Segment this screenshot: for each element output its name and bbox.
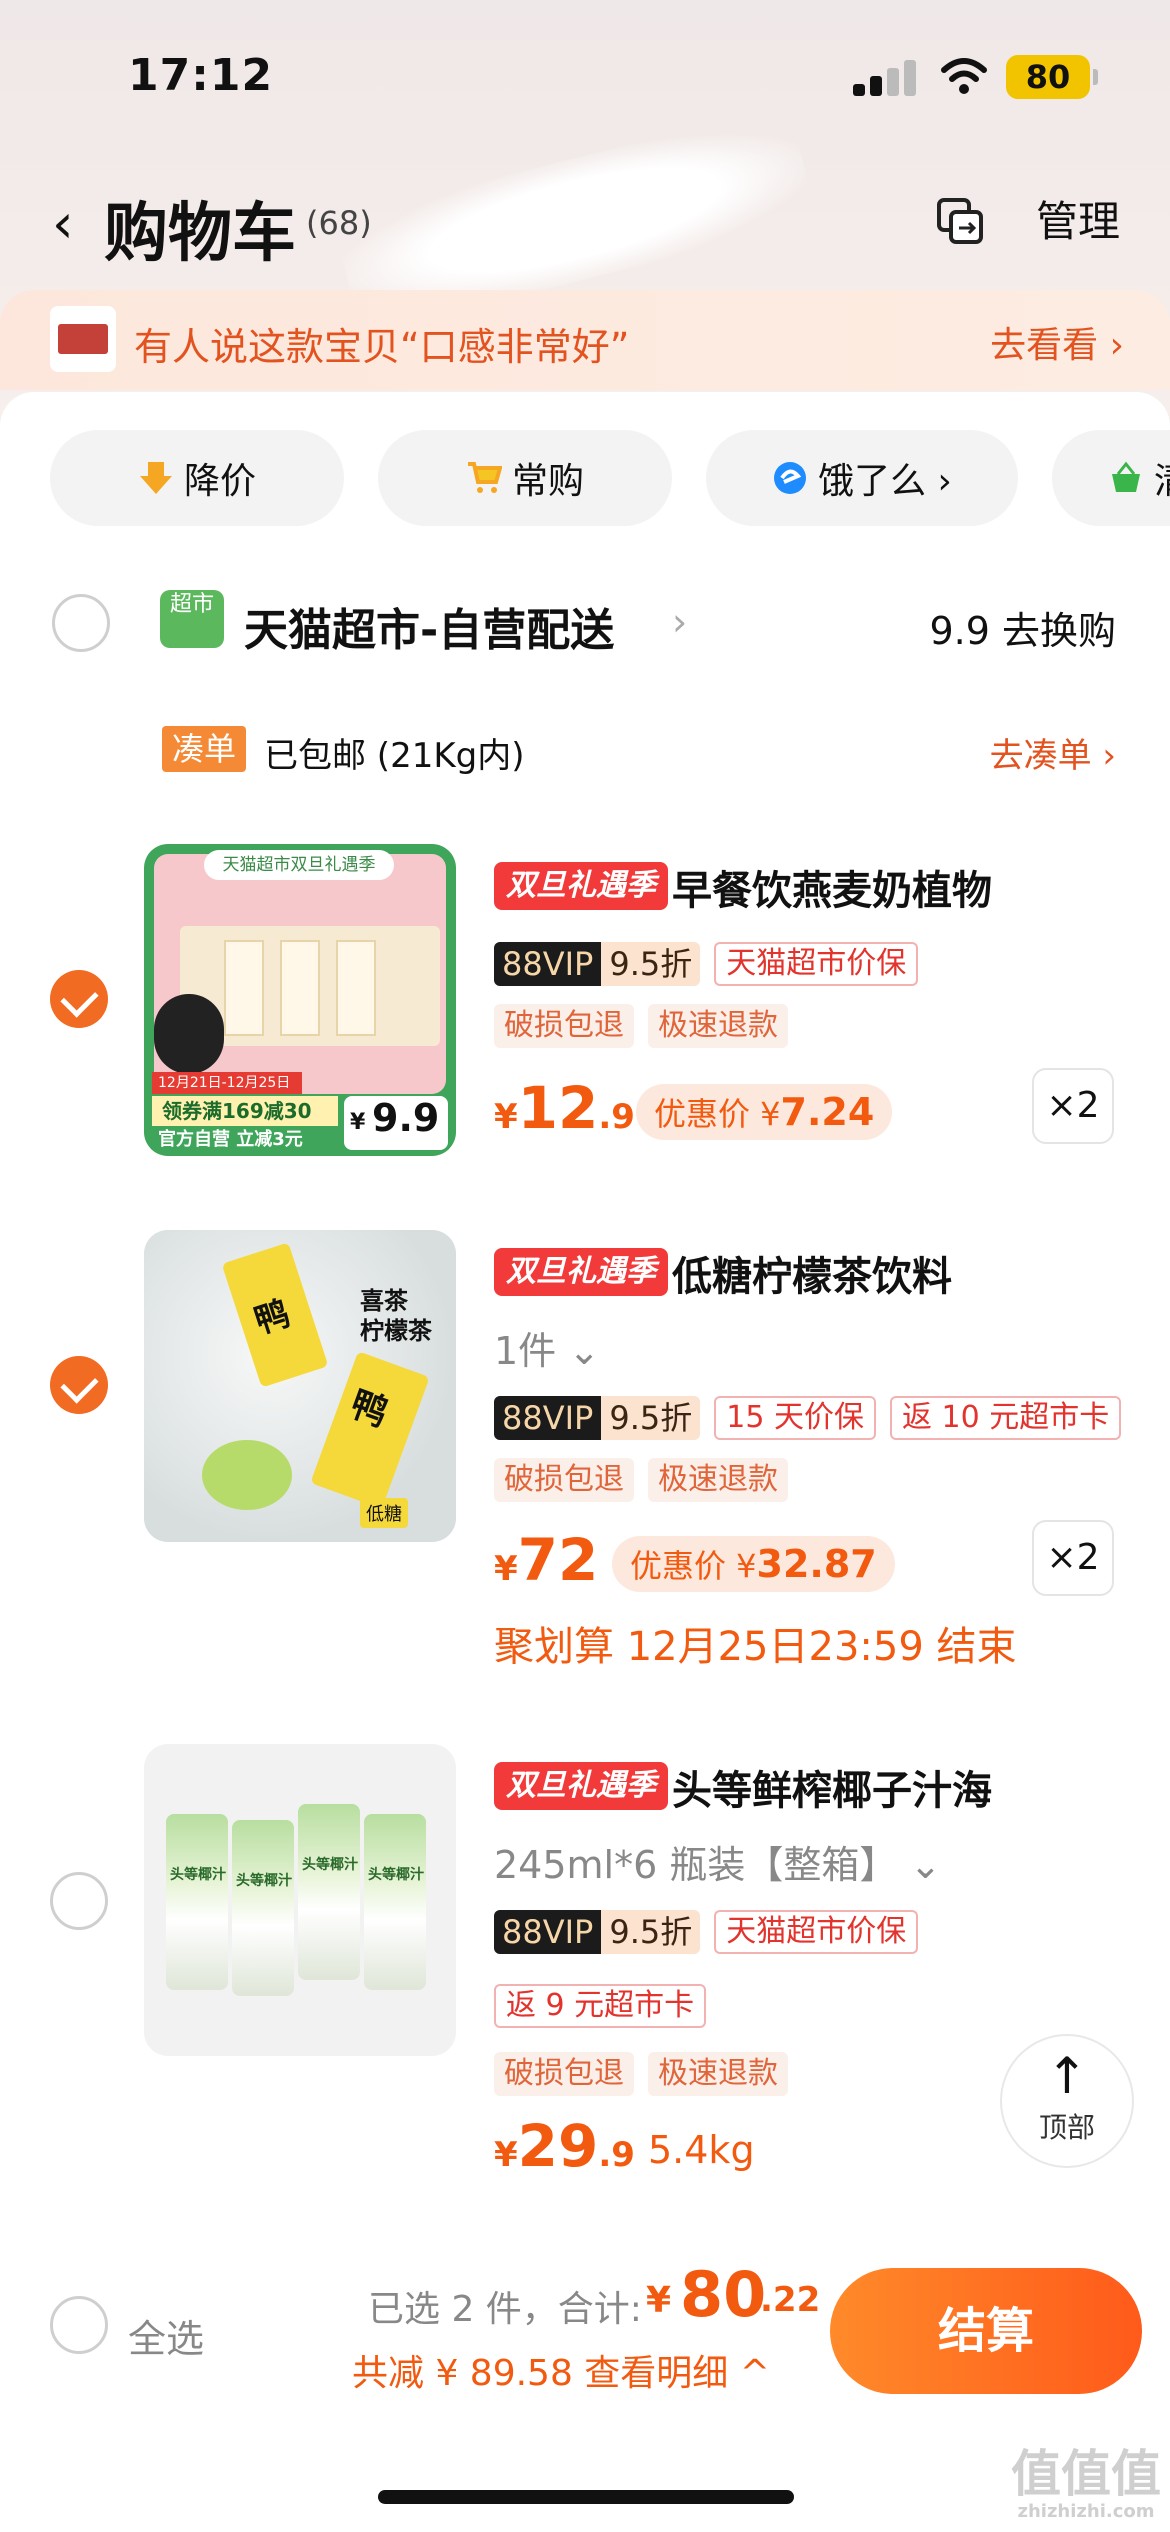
service-tag: 破损包退 (494, 2052, 634, 2096)
eleme-icon (774, 462, 807, 494)
cart-item: 鸭 鸭 喜茶 柠檬茶 低糖 双旦礼遇季 低糖柠檬茶饮料 1件 ⌄ 88VIP 9.… (0, 1226, 1170, 1670)
item-weight: 5.4kg (648, 2128, 755, 2172)
product-image[interactable]: 头等椰汁 头等椰汁 头等椰汁 头等椰汁 (144, 1744, 456, 2056)
hint-text: 有人说这款宝贝“口感非常好” (134, 325, 630, 369)
chip-label: 常购 (511, 461, 584, 502)
promo-badge: 双旦礼遇季 (494, 1248, 668, 1296)
hint-thumbnail (50, 306, 116, 372)
exchange-link[interactable]: 9.9 去换购 (929, 600, 1116, 655)
price-down-icon (139, 462, 172, 494)
service-tag: 极速退款 (648, 1458, 788, 1502)
chevron-left-icon[interactable]: ‹ (52, 192, 74, 255)
chip-price-down[interactable]: 降价 (50, 430, 344, 526)
home-indicator (378, 2490, 794, 2504)
service-row: 破损包退 极速退款 (494, 2052, 788, 2098)
page-title: 购物车 (104, 197, 296, 271)
watermark: 值值值 zhizhizhi.com (1011, 2445, 1161, 2522)
shop-select-checkbox[interactable] (52, 594, 110, 652)
promo-badge: 双旦礼遇季 (494, 1762, 668, 1810)
total-decimal: .22 (760, 2280, 821, 2320)
service-row: 破损包退 极速退款 (494, 1004, 788, 1050)
tmall-supermarket-logo: 超市 (160, 590, 224, 648)
product-name[interactable]: 早餐饮燕麦奶植物 (672, 858, 992, 916)
cashback-tag: 返 10 元超市卡 (889, 1396, 1122, 1440)
back-to-top-button[interactable]: ↑ 顶部 (1000, 2034, 1134, 2168)
cart-icon (467, 462, 502, 493)
chip-label: 降价 (183, 461, 256, 502)
total-amount: 80 (680, 2258, 767, 2331)
chip-eleme[interactable]: 饿了么 › (706, 430, 1018, 526)
tag-row: 88VIP 9.5折 天猫超市价保 (494, 942, 919, 988)
promo-badge: 双旦礼遇季 (494, 862, 668, 910)
price-protect-tag: 天猫超市价保 (714, 942, 919, 986)
chevron-right-icon[interactable]: › (672, 600, 687, 644)
basket-icon (1112, 461, 1140, 492)
bundle-tag: 凑单 (162, 726, 247, 772)
discount-price-pill: 优惠价 ¥32.87 (612, 1536, 895, 1592)
price-protect-tag: 15 天价保 (714, 1396, 876, 1440)
total-currency: ¥ (646, 2280, 672, 2321)
product-image[interactable]: 鸭 鸭 喜茶 柠檬茶 低糖 (144, 1230, 456, 1542)
cart-item: 天猫超市双旦礼遇季 12月21日-12月25日 领券满169减30 官方自营 立… (0, 840, 1170, 1170)
quantity-stepper[interactable]: ×2 (1032, 1520, 1114, 1596)
tag-row: 88VIP 9.5折 15 天价保 返 10 元超市卡 (494, 1396, 1122, 1442)
select-all-label[interactable]: 全选 (128, 2308, 204, 2363)
shipping-row: 凑单 已包邮 (21Kg内) 去凑单 › (0, 720, 1170, 780)
price-protect-tag: 天猫超市价保 (714, 1910, 919, 1954)
cart-item: 头等椰汁 头等椰汁 头等椰汁 头等椰汁 双旦礼遇季 头等鲜榨椰子汁海 245ml… (0, 1744, 1170, 2184)
chip-label: 饿了么 › (818, 461, 952, 502)
vip-badge: 88VIP 9.5折 (494, 1396, 701, 1440)
item-select-checkbox[interactable] (50, 970, 108, 1028)
item-price: ¥29.9 (494, 2112, 635, 2180)
signal-icon (853, 58, 917, 96)
checkout-button[interactable]: 结算 (830, 2268, 1142, 2394)
service-row: 破损包退 极速退款 (494, 1458, 788, 1504)
service-tag: 极速退款 (648, 1004, 788, 1048)
service-tag: 极速退款 (648, 2052, 788, 2096)
chip-label: 清 (1154, 452, 1170, 504)
filter-chips: 降价 常购 饿了么 › 清 (0, 430, 1170, 526)
service-tag: 破损包退 (494, 1004, 634, 1048)
status-bar: 17:12 80 (0, 0, 1170, 150)
shop-header: 超市 天猫超市-自营配送 › 9.9 去换购 (0, 576, 1170, 676)
battery-indicator: 80 (1006, 55, 1098, 99)
savings-detail-link[interactable]: 共减 ¥ 89.58 查看明细 ^ (352, 2344, 770, 2396)
wifi-icon (941, 58, 987, 94)
product-name[interactable]: 头等鲜榨椰子汁海 (672, 1758, 992, 1816)
product-name[interactable]: 低糖柠檬茶饮料 (672, 1244, 952, 1302)
select-all-checkbox[interactable] (50, 2296, 108, 2354)
sku-selector[interactable]: 1件 ⌄ (494, 1320, 600, 1375)
back-to-top-label: 顶部 (1038, 2111, 1095, 2144)
quantity-stepper[interactable]: ×2 (1032, 1068, 1114, 1144)
vip-badge: 88VIP 9.5折 (494, 1910, 701, 1954)
item-select-checkbox[interactable] (50, 1872, 108, 1930)
item-price: ¥12.9 (494, 1074, 635, 1142)
share-cart-icon[interactable] (935, 196, 987, 248)
hint-action-link[interactable]: 去看看 › (990, 316, 1124, 368)
nav-bar: ‹ 购物车 (68) 管理 (0, 104, 1170, 336)
chip-frequent[interactable]: 常购 (378, 430, 672, 526)
checkout-bar: 全选 已选 2 件，合计: ¥ 80 .22 共减 ¥ 89.58 查看明细 ^… (0, 2232, 1170, 2532)
cashback-tag: 返 9 元超市卡 (494, 1984, 707, 2028)
discount-price-pill: 优惠价 ¥7.24 (636, 1084, 893, 1140)
status-time: 17:12 (128, 50, 274, 101)
selected-summary: 已选 2 件，合计: (368, 2289, 642, 2330)
manage-button[interactable]: 管理 (1036, 188, 1120, 249)
service-tag: 破损包退 (494, 1458, 634, 1502)
vip-badge: 88VIP 9.5折 (494, 942, 701, 986)
shipping-text: 已包邮 (21Kg内) (264, 736, 525, 776)
sku-selector[interactable]: 245ml*6 瓶装【整箱】 ⌄ (494, 1834, 941, 1889)
product-image[interactable]: 天猫超市双旦礼遇季 12月21日-12月25日 领券满169减30 官方自营 立… (144, 844, 456, 1156)
tag-row: 返 9 元超市卡 (494, 1984, 707, 2030)
bundle-link[interactable]: 去凑单 › (990, 728, 1116, 777)
item-select-checkbox[interactable] (50, 1356, 108, 1414)
tag-row: 88VIP 9.5折 天猫超市价保 (494, 1910, 919, 1956)
shop-name[interactable]: 天猫超市-自营配送 (244, 594, 614, 658)
deal-countdown: 聚划算 12月25日23:59 结束 (494, 1624, 1017, 1670)
recommend-hint-bar[interactable]: 有人说这款宝贝“口感非常好” 去看看 › (0, 290, 1170, 390)
chip-clear[interactable]: 清 (1052, 430, 1170, 526)
item-price: ¥72 (494, 1526, 599, 1594)
arrow-up-icon: ↑ (1046, 2047, 1088, 2105)
